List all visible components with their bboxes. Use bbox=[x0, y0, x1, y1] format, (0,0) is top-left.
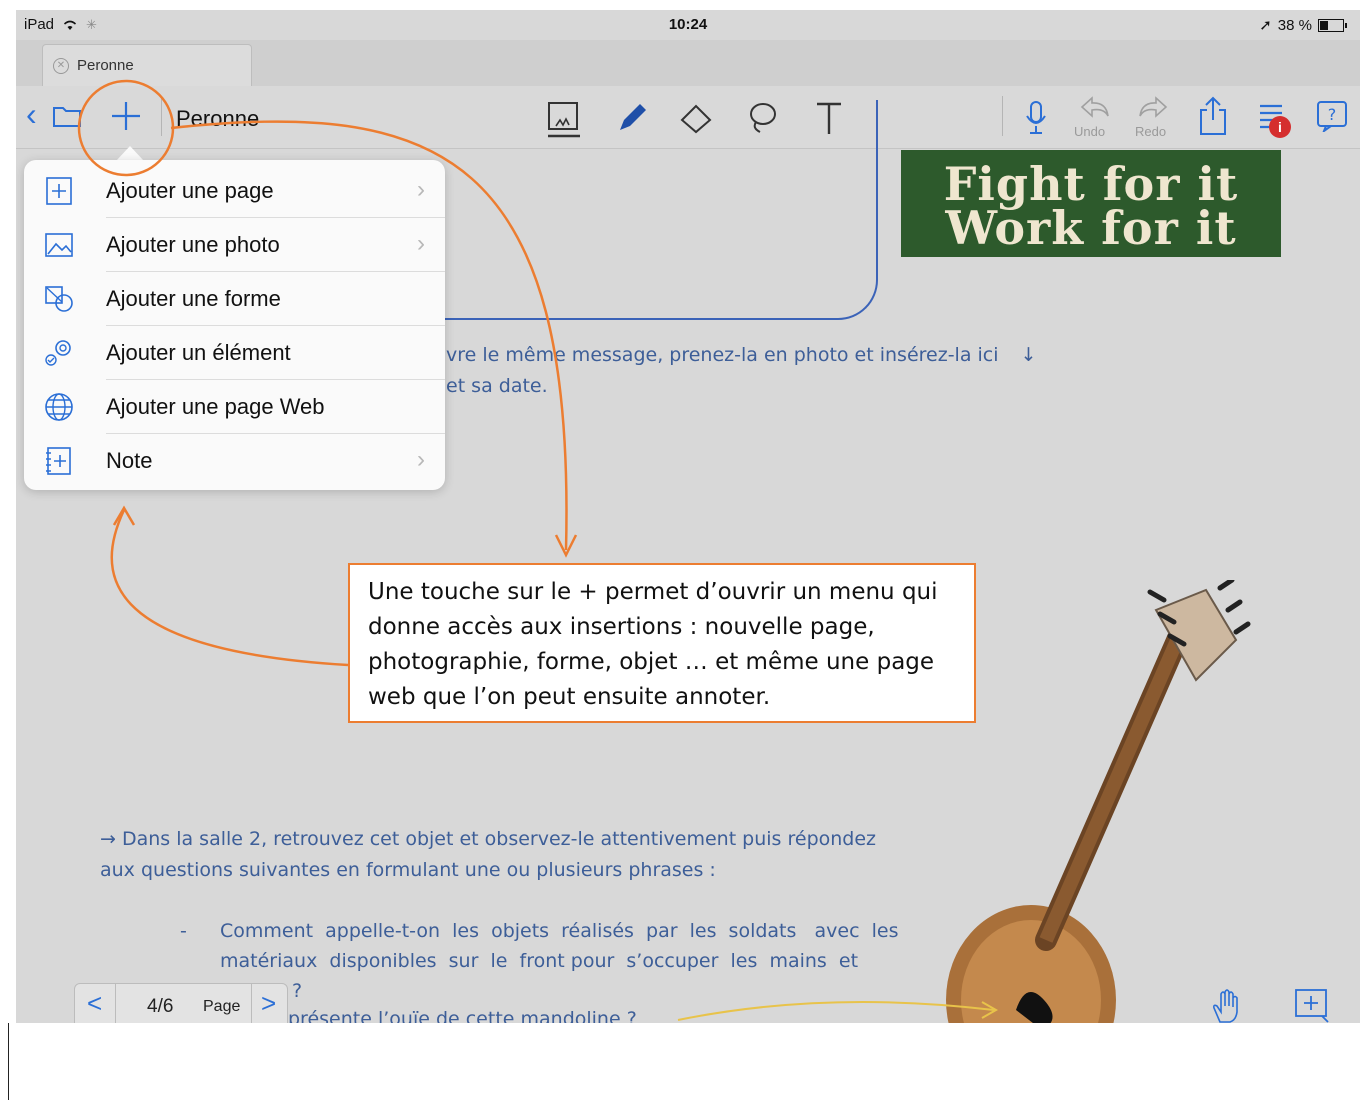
ipad-screen: iPad ✳ 10:24 ➚ 38 % ✕ Peronne ‹ Peronne … bbox=[16, 10, 1360, 1023]
frame-border bbox=[8, 1023, 9, 1100]
page-number: 4/6 bbox=[147, 996, 174, 1017]
page-navigator: < 4/6 Page > bbox=[74, 983, 288, 1023]
orange-annotation bbox=[77, 79, 578, 667]
add-page-bottom-icon[interactable] bbox=[1292, 986, 1332, 1023]
hand-tool-icon[interactable] bbox=[1208, 986, 1248, 1023]
next-page-button[interactable]: > bbox=[261, 988, 276, 1019]
page-label: Page bbox=[203, 998, 241, 1015]
previous-page-button[interactable]: < bbox=[87, 988, 102, 1019]
